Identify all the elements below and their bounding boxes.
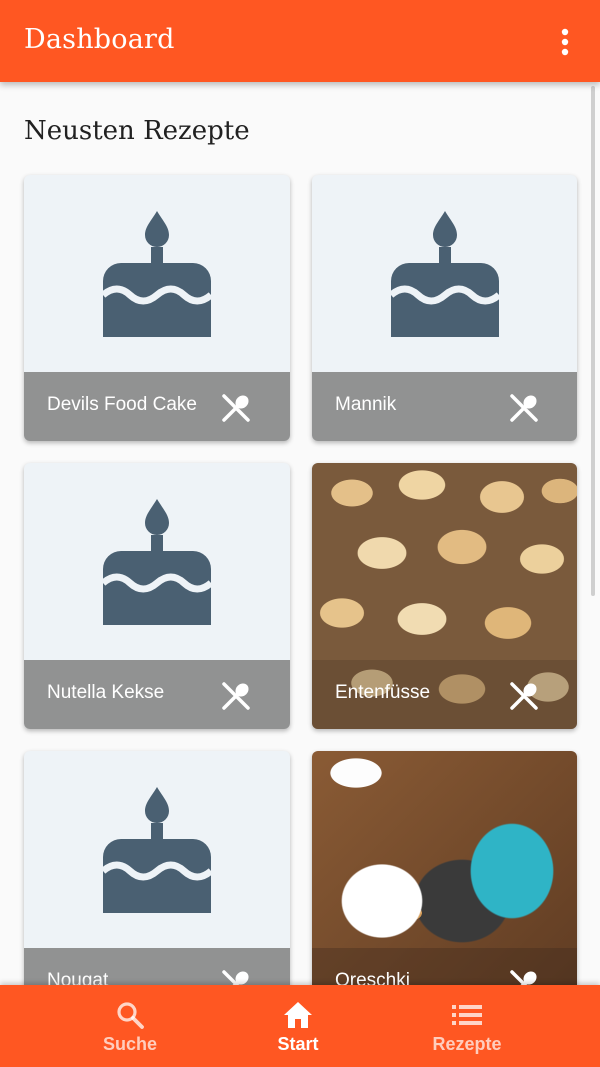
recipe-title: Nutella Kekse (47, 682, 165, 703)
recipe-title: Entenfüsse (335, 682, 431, 703)
cake-placeholder-icon (388, 210, 501, 337)
list-icon-wrap (451, 999, 483, 1031)
recipe-title-bar: Oreschki (312, 948, 577, 985)
recipe-image (24, 463, 290, 660)
scrollbar[interactable] (591, 86, 595, 596)
cake-placeholder-icon (101, 210, 213, 337)
recipe-card[interactable]: Mannik (312, 175, 577, 441)
recipe-card[interactable]: Nutella Kekse (24, 463, 290, 729)
recipe-title: Devils Food Cake (47, 394, 197, 415)
recipe-title-bar: Nutella Kekse (24, 660, 290, 729)
cook-recipe-button[interactable] (508, 680, 540, 712)
cutlery-icon (222, 970, 249, 985)
cook-recipe-button[interactable] (508, 392, 540, 424)
search-icon (117, 1002, 144, 1029)
home-icon (284, 1002, 312, 1028)
recipe-photo (312, 751, 577, 948)
nav-item-rezepte[interactable]: Rezepte (367, 985, 567, 1067)
bottom-navigation: Suche Start Rezepte (0, 985, 600, 1067)
recipe-image (24, 175, 290, 372)
dashboard-content[interactable]: Neusten Rezepte Devils Food Cake Mannik … (0, 82, 600, 985)
recipe-title-bar: Devils Food Cake (24, 372, 290, 441)
more-menu-button[interactable] (548, 22, 582, 62)
nav-label: Rezepte (432, 1034, 502, 1054)
cutlery-icon (510, 394, 538, 422)
cook-recipe-button[interactable] (220, 968, 252, 985)
cutlery-icon (222, 394, 250, 422)
app-bar: Dashboard (0, 0, 600, 82)
recipe-image (312, 175, 577, 372)
recipe-image (24, 751, 290, 948)
search-icon-wrap (114, 999, 146, 1031)
cook-recipe-button[interactable] (220, 680, 252, 712)
recipe-card[interactable]: Entenfüsse (312, 463, 577, 729)
recipe-title-bar: Entenfüsse (312, 660, 577, 729)
recipe-title-bar: Mannik (312, 372, 577, 441)
recipe-title: Mannik (335, 394, 397, 415)
more-vertical-icon (561, 28, 569, 56)
recipe-card[interactable]: Nougat (24, 751, 290, 985)
home-icon-wrap (282, 999, 314, 1031)
recipe-title: Oreschki (335, 970, 410, 985)
recipe-card[interactable]: Oreschki (312, 751, 577, 985)
recipe-photo (312, 463, 577, 660)
page-title: Dashboard (24, 24, 175, 55)
cake-placeholder-icon (101, 786, 213, 913)
recipe-title: Nougat (47, 970, 109, 985)
cutlery-icon (222, 682, 250, 710)
list-icon (452, 1005, 482, 1025)
recipe-card[interactable]: Devils Food Cake (24, 175, 290, 441)
cutlery-icon (510, 682, 538, 710)
cook-recipe-button[interactable] (508, 968, 540, 985)
cutlery-icon (510, 970, 537, 985)
section-title: Neusten Rezepte (24, 116, 250, 146)
cake-placeholder-icon (101, 498, 213, 625)
recipe-title-bar: Nougat (24, 948, 290, 985)
cook-recipe-button[interactable] (220, 392, 252, 424)
